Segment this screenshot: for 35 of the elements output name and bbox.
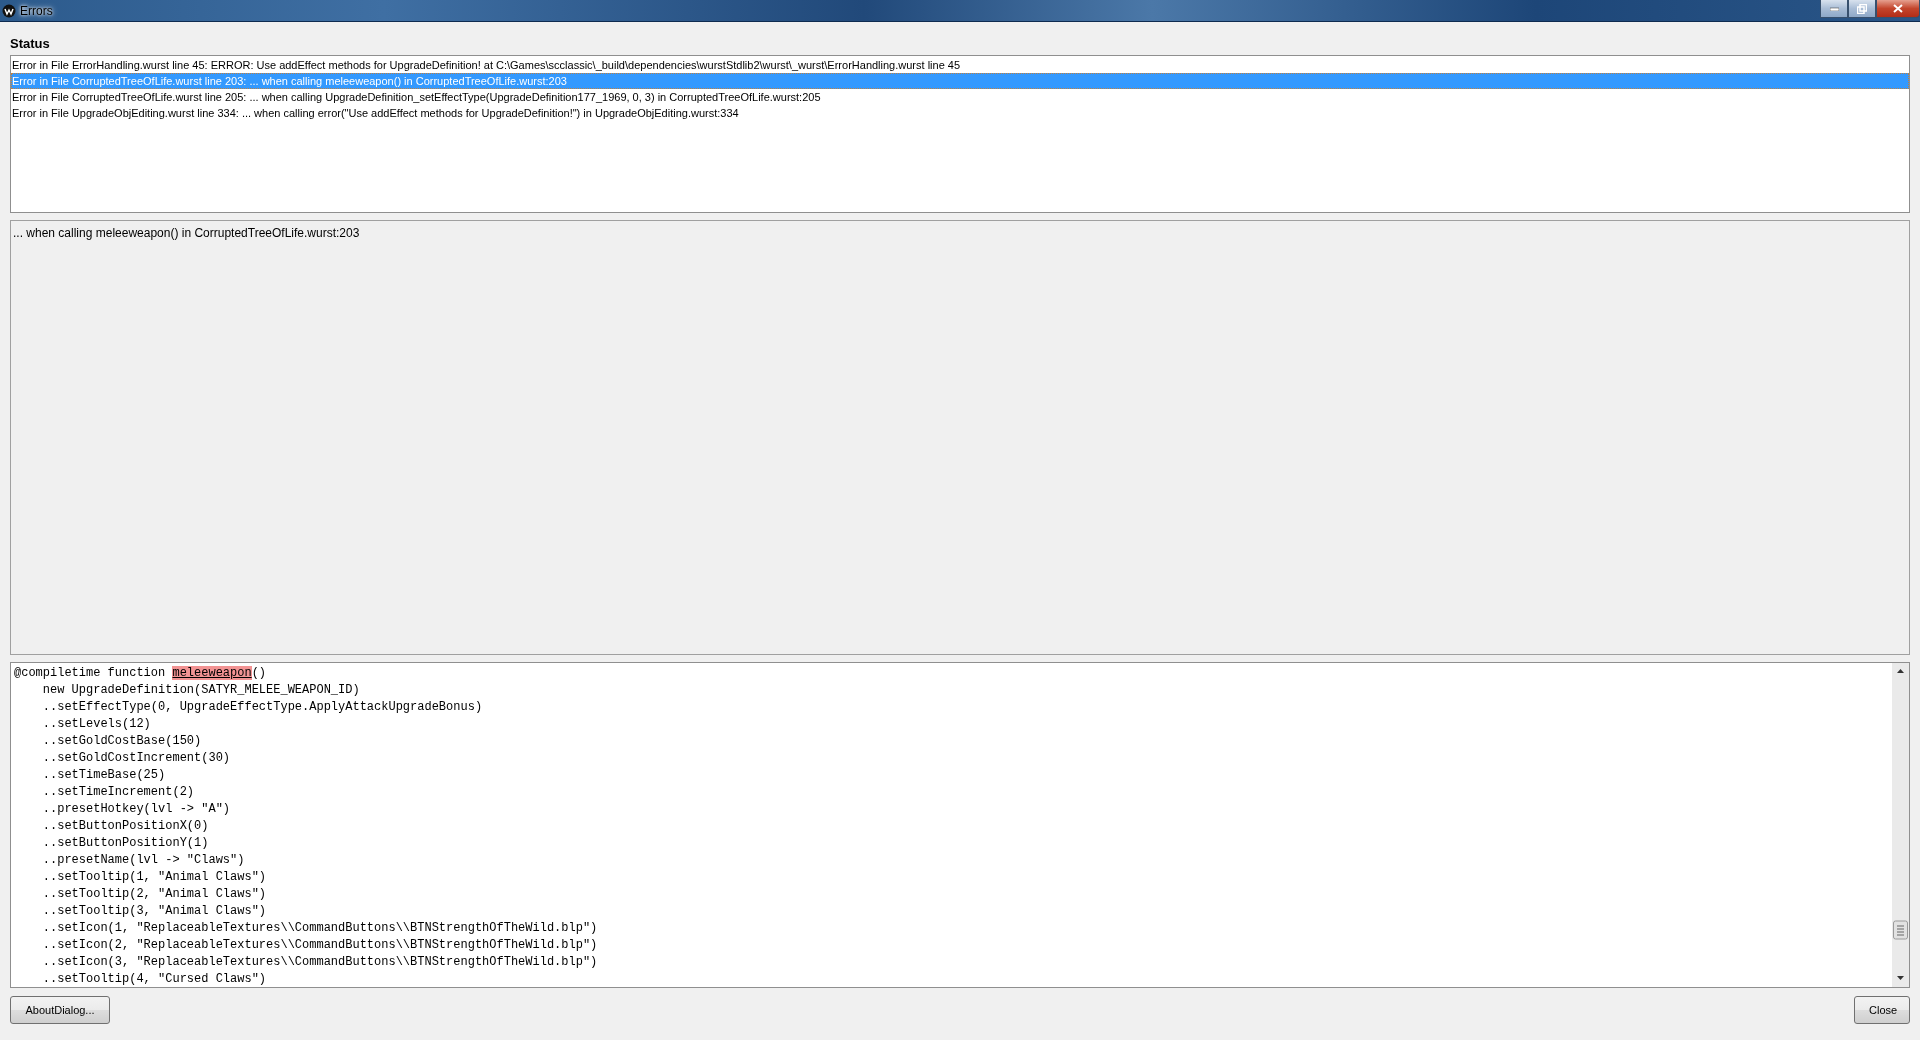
close-window-button[interactable]	[1876, 0, 1920, 18]
code-line: ..presetName(lvl -> "Claws")	[41, 852, 246, 869]
error-row[interactable]: Error in File UpgradeObjEditing.wurst line 334: ... when calling error("Use addEffect methods for UpgradeDefinition!") in UpgradeObjEditing.wurst:334	[11, 105, 1909, 121]
code-line: ..setIcon(1, "ReplaceableTextures\\CommandButtons\\BTNStrengthOfTheWild.blp")	[41, 920, 599, 937]
code-line: ..setTooltip(4, "Cursed Claws")	[41, 971, 268, 987]
code-line: ..setIcon(2, "ReplaceableTextures\\CommandButtons\\BTNStrengthOfTheWild.blp")	[41, 937, 599, 954]
code-line: ..setGoldCostIncrement(30)	[41, 750, 232, 767]
code-line: ..presetHotkey(lvl -> "A")	[41, 801, 232, 818]
code-line: ..setButtonPositionY(1)	[41, 835, 210, 852]
code-line: ..setTimeBase(25)	[41, 767, 167, 784]
code-line: ..setTooltip(3, "Animal Claws")	[41, 903, 268, 920]
minimize-icon	[1829, 6, 1839, 11]
restore-icon	[1857, 3, 1867, 14]
error-detail-text: ... when calling meleeweapon() in CorruptedTreeOfLife.wurst:203	[13, 226, 360, 240]
code-line: ..setEffectType(0, UpgradeEffectType.ApplyAttackUpgradeBonus)	[41, 699, 484, 716]
scrollbar-drawing[interactable]	[1892, 663, 1909, 987]
error-row[interactable]: Error in File ErrorHandling.wurst line 45: ERROR: Use addEffect methods for UpgradeDefinition! at C:\Games\scclassic\_build\dependencies\wurstStdlib2\wurst\_wurst\ErrorHandling.wurst line 45	[11, 57, 1909, 73]
restore-button[interactable]	[1848, 0, 1876, 18]
code-line: ..setTimeIncrement(2)	[41, 784, 196, 801]
app-logo-icon	[2, 3, 16, 18]
code-line: ..setLevels(12)	[41, 716, 152, 733]
code-line: new UpgradeDefinition(SATYR_MELEE_WEAPON_ID)	[41, 682, 361, 699]
code-line: ..setTooltip(2, "Animal Claws")	[41, 886, 268, 903]
minimize-button[interactable]	[1820, 0, 1848, 18]
code-line: ..setIcon(3, "ReplaceableTextures\\CommandButtons\\BTNStrengthOfTheWild.blp")	[41, 954, 599, 971]
close-icon	[1893, 4, 1903, 13]
about-dialog-button[interactable]: AboutDialog...	[10, 996, 110, 1024]
code-line: ..setGoldCostBase(150)	[41, 733, 203, 750]
error-row[interactable]: Error in File CorruptedTreeOfLife.wurst line 205: ... when calling UpgradeDefinition_setEffectType(UpgradeDefinition177_1969, 0, 3) in CorruptedTreeOfLife.wurst:205	[11, 89, 1909, 105]
window-title: Errors	[20, 3, 53, 18]
close-button[interactable]: Close	[1854, 996, 1910, 1024]
status-label: Status	[10, 35, 51, 53]
code-line: @compiletime function meleeweapon()	[14, 665, 268, 682]
code-line: ..setTooltip(1, "Animal Claws")	[41, 869, 268, 886]
code-line: ..setButtonPositionX(0)	[41, 818, 210, 835]
